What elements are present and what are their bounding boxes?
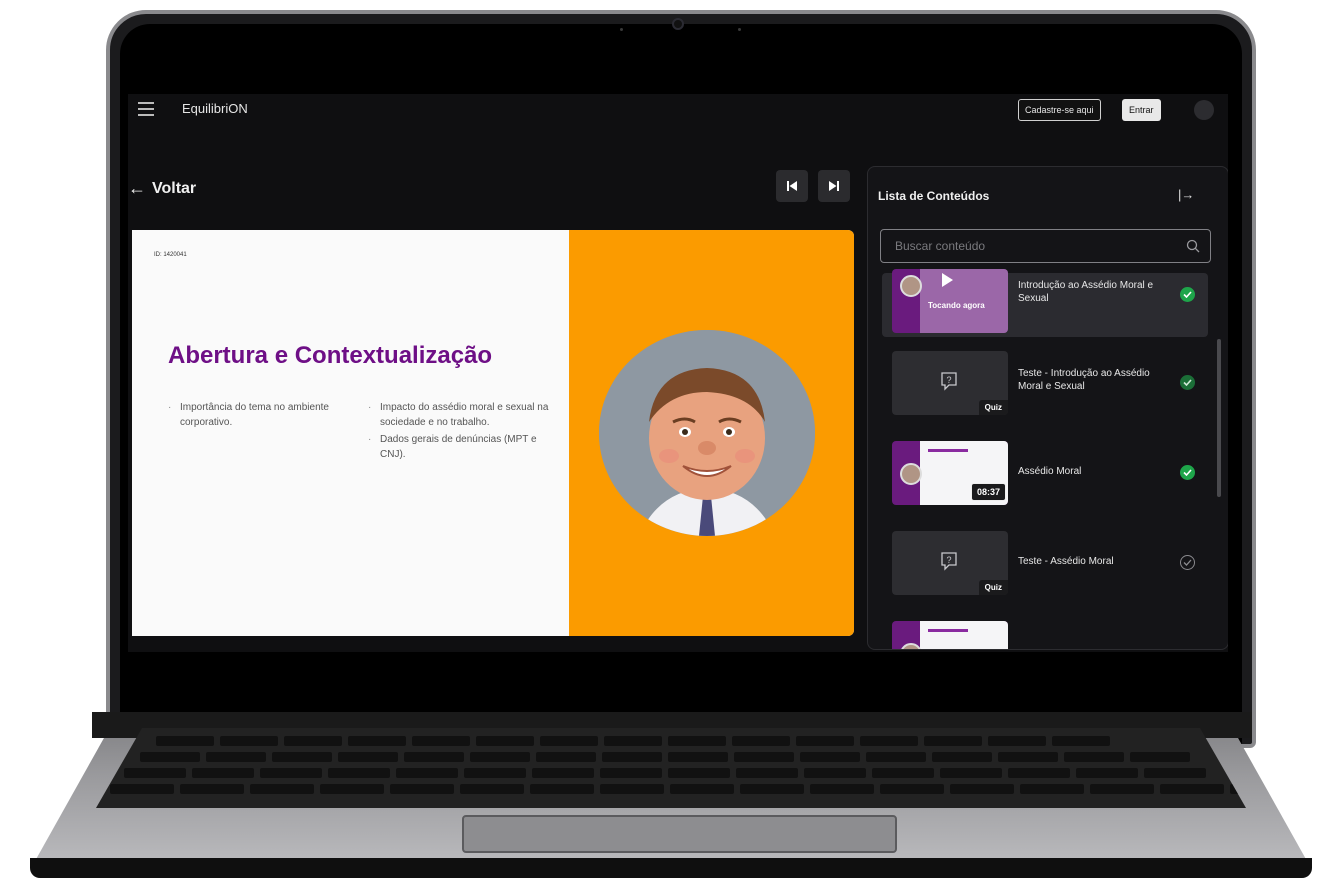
skip-previous-icon: [787, 181, 797, 191]
presenter-portrait: [599, 330, 815, 536]
video-thumbnail: [892, 621, 1008, 649]
bullet-item: Importância do tema no ambiente corporat…: [166, 400, 336, 430]
check-icon: [1180, 375, 1195, 390]
thumbnail-slide: [920, 621, 1008, 649]
list-item[interactable]: ? Quiz Teste - Introdução ao Assédio Mor…: [882, 351, 1208, 415]
item-title: Teste - Assédio Moral: [1018, 556, 1114, 567]
play-icon: [942, 273, 953, 287]
bullet-item: Impacto do assédio moral e sexual na soc…: [366, 400, 552, 430]
sensor-dot: [738, 28, 741, 31]
check-icon: [1180, 465, 1195, 480]
quiz-badge: Quiz: [978, 580, 1008, 595]
now-playing-label: Tocando agora: [928, 301, 985, 310]
item-title: Teste - Introdução ao Assédio Moral e Se…: [1018, 368, 1150, 392]
key-row: [140, 752, 1190, 762]
search-box: [880, 229, 1211, 263]
back-label: Voltar: [152, 179, 197, 197]
collapse-panel-icon[interactable]: |→: [1178, 187, 1194, 202]
brand-name[interactable]: EquilibriON: [182, 101, 248, 116]
register-button[interactable]: Cadastre-se aqui: [1018, 99, 1101, 121]
content-list-panel: Lista de Conteúdos |→ Tocando agora Intr…: [867, 166, 1228, 650]
back-button[interactable]: ← Voltar: [128, 178, 196, 199]
slide-viewer[interactable]: ID: 1420041 Abertura e Contextualização …: [132, 230, 854, 636]
laptop-mockup: EquilibriON Cadastre-se aqui Entrar ← Vo…: [0, 0, 1341, 878]
slide-title: Abertura e Contextualização: [168, 342, 493, 369]
svg-text:?: ?: [946, 555, 951, 565]
bullet-item: Dados gerais de denúncias (MPT e CNJ).: [366, 432, 552, 462]
quiz-badge: Quiz: [978, 400, 1008, 415]
laptop-base-edge: [30, 858, 1312, 878]
bullet-list-right: Impacto do assédio moral e sexual na soc…: [366, 400, 552, 464]
video-thumbnail: Tocando agora: [892, 269, 1008, 333]
avatar[interactable]: [1194, 100, 1214, 120]
key-row: [110, 784, 1246, 794]
app-screen: EquilibriON Cadastre-se aqui Entrar ← Vo…: [128, 94, 1228, 652]
sensor-dot: [620, 28, 623, 31]
item-title: Introdução ao Assédio Moral e Sexual: [1018, 280, 1154, 304]
previous-content-button[interactable]: [776, 170, 808, 202]
check-icon: [1180, 287, 1195, 302]
list-item[interactable]: 08:37 Assédio Moral: [882, 441, 1208, 505]
duration-badge: 08:37: [970, 483, 1006, 501]
skip-next-icon: [829, 181, 839, 191]
item-title: Assédio Moral: [1018, 466, 1082, 477]
key-row: [156, 736, 1110, 746]
slide-id: ID: 1420041: [154, 252, 187, 258]
thumbnail-face: [900, 463, 922, 485]
list-item[interactable]: ? Quiz Teste - Assédio Moral: [882, 531, 1208, 595]
thumbnail-face: [900, 643, 922, 649]
slide-text-area: ID: 1420041 Abertura e Contextualização …: [132, 230, 569, 636]
svg-text:?: ?: [946, 375, 951, 385]
next-content-button[interactable]: [818, 170, 850, 202]
video-thumbnail: 08:37: [892, 441, 1008, 505]
search-input[interactable]: [881, 230, 1171, 262]
keyboard: [96, 728, 1246, 808]
slide-image-area: [569, 230, 854, 636]
top-bar: EquilibriON Cadastre-se aqui Entrar: [128, 94, 1228, 128]
arrow-left-icon: ←: [128, 178, 146, 198]
touchpad: [462, 815, 897, 853]
list-item[interactable]: Tocando agora Introdução ao Assédio Mora…: [882, 269, 1208, 337]
check-icon: [1180, 555, 1195, 570]
thumbnail-face: [900, 275, 922, 297]
bullet-list-left: Importância do tema no ambiente corporat…: [166, 400, 336, 432]
search-icon[interactable]: [1186, 239, 1200, 253]
panel-title: Lista de Conteúdos: [878, 189, 990, 203]
list-item[interactable]: [882, 621, 1208, 649]
key-row: [124, 768, 1206, 778]
quiz-thumbnail: ? Quiz: [892, 531, 1008, 595]
login-button[interactable]: Entrar: [1122, 99, 1161, 121]
quiz-icon: ?: [941, 372, 957, 391]
quiz-thumbnail: ? Quiz: [892, 351, 1008, 415]
quiz-icon: ?: [941, 552, 957, 571]
menu-icon[interactable]: [138, 102, 154, 116]
scrollbar[interactable]: [1217, 339, 1221, 497]
webcam: [672, 18, 684, 30]
presenter-illustration: [599, 330, 815, 536]
